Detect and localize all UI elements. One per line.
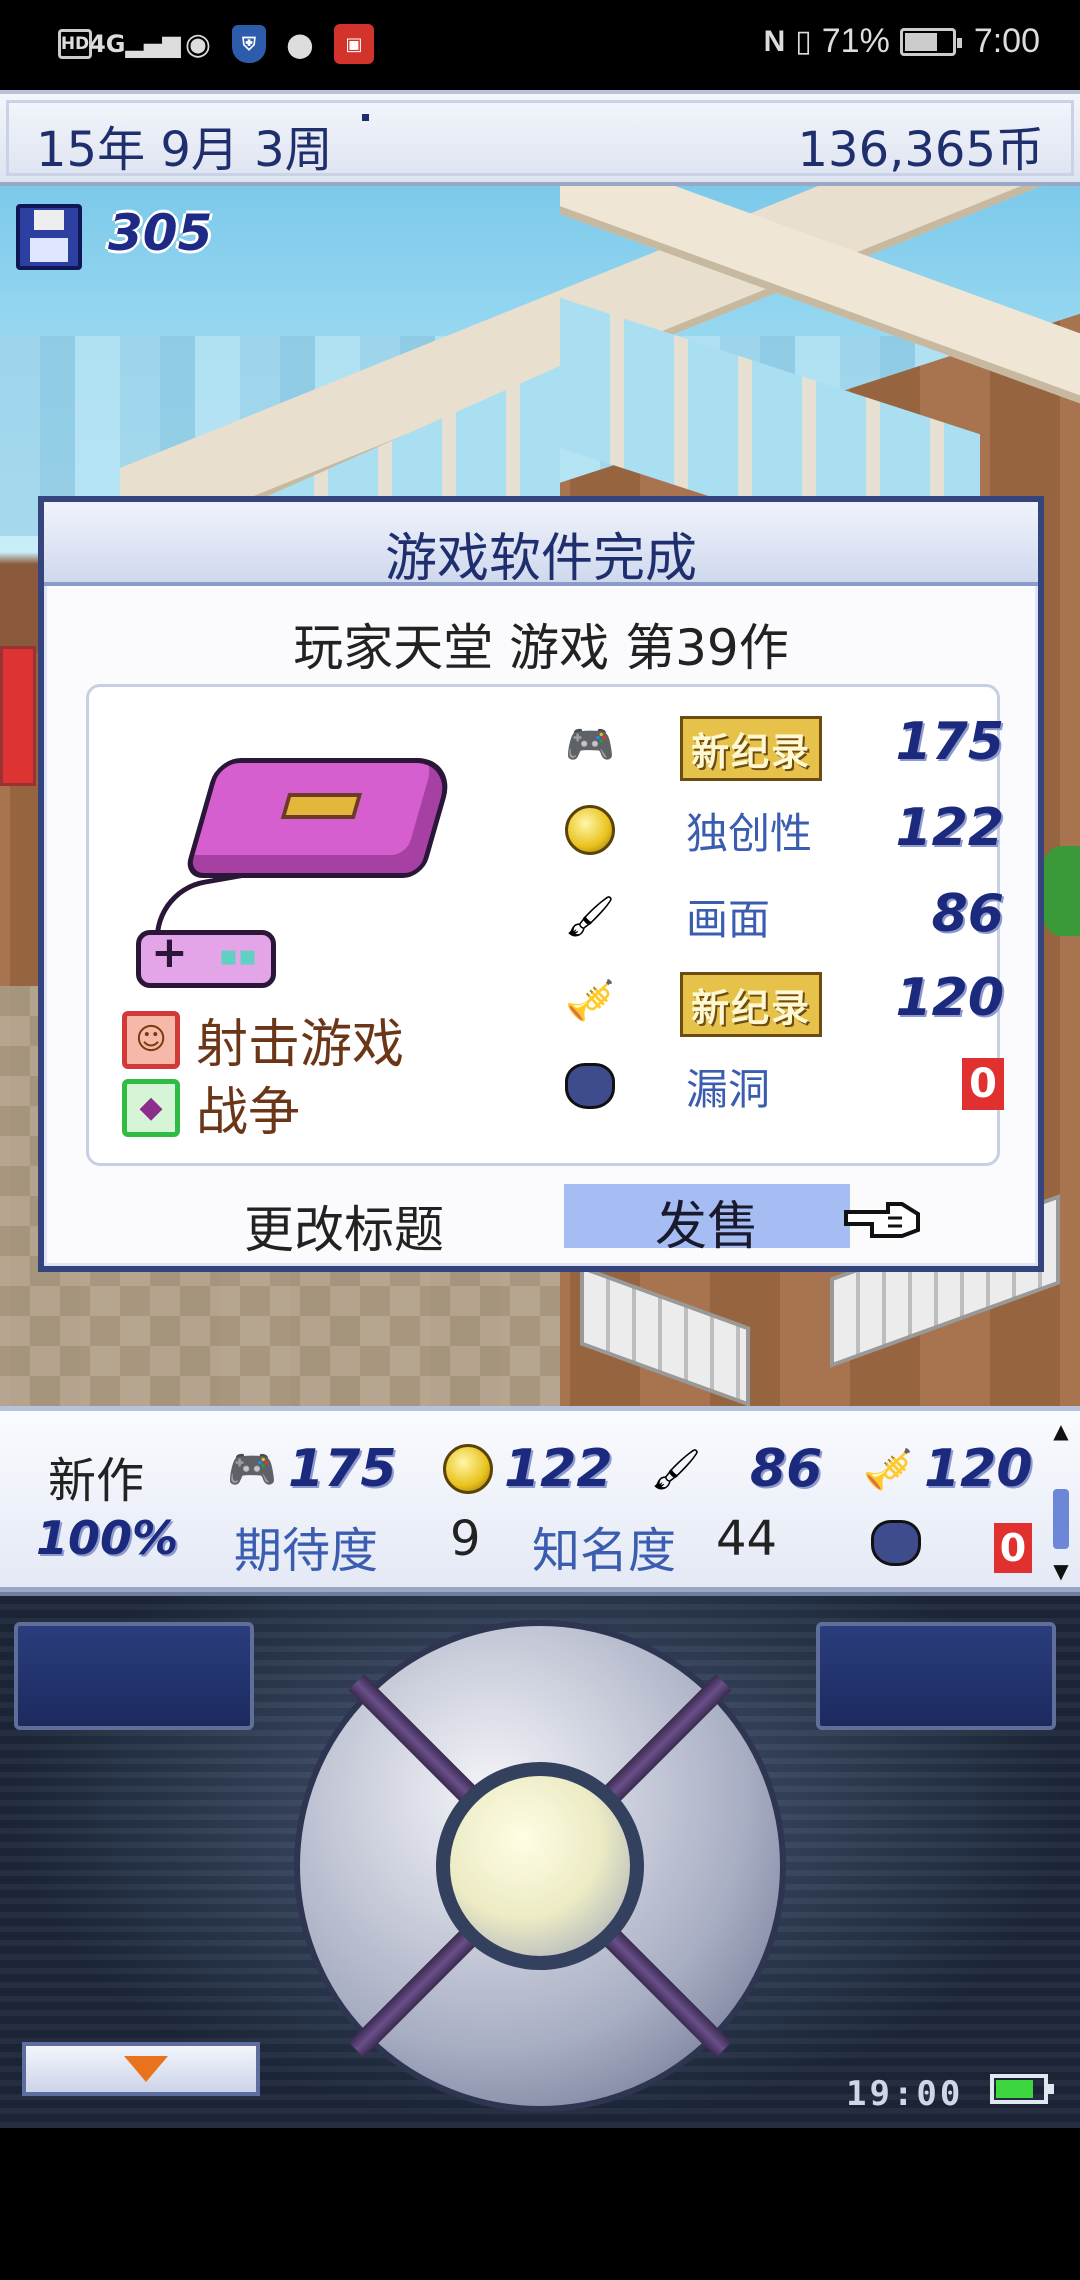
theme-row: ◆ 战争 (122, 1070, 300, 1145)
game-clock: 19:00 (846, 2074, 964, 2114)
stat-creativity: 独创性 122 (554, 798, 1004, 864)
new-record-badge: 新纪录 (680, 972, 823, 1037)
left-shoulder-button[interactable] (14, 1622, 254, 1730)
paintbrush-icon: 🖌 (650, 1446, 702, 1493)
menu-toggle-button[interactable] (22, 2042, 260, 2096)
theme-label: 战争 (196, 1083, 301, 1143)
fame-label: 知名度 (532, 1523, 677, 1579)
network-type: 4G (89, 30, 126, 58)
creativity-label: 独创性 (686, 809, 813, 858)
stat-graphics: 🖌 画面 86 (554, 884, 1004, 950)
gem-icon: ◆ (122, 1078, 180, 1137)
game-title: 玩家天堂 游戏 第39作 (293, 619, 789, 677)
info-fun-value: 175 (288, 1439, 397, 1499)
nfc-icon: N (763, 24, 786, 58)
info-graphics: 🖌 86 (640, 1439, 823, 1499)
game-complete-dialog: 游戏软件完成 玩家天堂 游戏 第39作 ☺ 射击游戏 ◆ 战争 🎮 新纪录 17… (38, 496, 1044, 1272)
face-icon: ☺ (122, 1010, 180, 1069)
chat-icon: ● (286, 25, 314, 63)
console-icon (182, 758, 458, 878)
expectation-value: 9 (450, 1511, 481, 1567)
shield-icon: ⛨ (232, 25, 266, 63)
clock: 7:00 (973, 22, 1040, 60)
info-creativity: 122 (432, 1439, 613, 1499)
info-fun: 🎮 175 (216, 1439, 397, 1499)
status-bar: HD 4G ▂▄▆ ◉ ⛨ ● ▣ N ▯ 71% 7:00 (0, 0, 1080, 90)
dialog-title-bar: 游戏软件完成 (44, 502, 1038, 589)
trumpet-icon: 🎺 (863, 1446, 913, 1493)
info-scrollbar[interactable]: ▲ ▼ (1050, 1421, 1072, 1581)
gamepad-icon: 🎮 (565, 721, 615, 768)
completion-percent: 100% (36, 1511, 179, 1565)
eye-icon: ◉ (184, 26, 212, 62)
controller-panel: 19:00 (0, 1592, 1080, 2128)
vending-machine (0, 646, 36, 786)
gamepad-icon: 🎮 (227, 1446, 277, 1493)
project-info-bar[interactable]: 新作 100% 🎮 175 122 🖌 86 🎺 120 期待度 9 知名度 4… (0, 1406, 1080, 1592)
fun-value: 175 (895, 712, 1004, 772)
stat-bugs: 漏洞 0 (554, 1054, 1004, 1120)
battery-fill (996, 2080, 1033, 2098)
scroll-up-icon[interactable]: ▲ (1050, 1421, 1072, 1441)
graphics-label: 画面 (686, 895, 771, 944)
battery-icon (899, 27, 962, 56)
scroll-thumb[interactable] (1053, 1489, 1069, 1549)
top-info-bar: 15年 9月 3周 136,365币 (0, 90, 1080, 186)
trumpet-icon: 🎺 (565, 977, 615, 1024)
info-bugs-value: 0 (994, 1523, 1032, 1573)
game-date: 15年 9月 3周 (36, 122, 333, 178)
game-app-icon: ▣ (334, 24, 374, 64)
bulb-icon (432, 1441, 504, 1497)
pointing-hand-icon (844, 1202, 920, 1238)
sell-button[interactable]: 发售 (564, 1184, 850, 1256)
date-dot (362, 114, 369, 121)
right-shoulder-button[interactable] (816, 1622, 1056, 1730)
save-count: 305 (108, 204, 213, 262)
confirm-button[interactable] (436, 1762, 644, 1970)
dpad[interactable] (294, 1620, 786, 2112)
battery-percent: 71% (821, 22, 890, 60)
paintbrush-icon: 🖌 (564, 893, 616, 940)
bulb-icon (554, 802, 626, 858)
bug-icon (554, 1058, 626, 1114)
genre-label: 射击游戏 (196, 1015, 405, 1075)
battery-fill (904, 32, 938, 51)
controller-icon (136, 927, 276, 988)
creativity-value: 122 (895, 798, 1004, 858)
bug-icon (860, 1515, 932, 1571)
expectation-label: 期待度 (234, 1523, 379, 1579)
arrow-down-icon (124, 2056, 168, 2082)
save-disk-icon (16, 204, 82, 270)
graphics-value: 86 (931, 884, 1004, 944)
rename-button[interactable]: 更改标题 (244, 1190, 444, 1258)
new-game-label: 新作 (48, 1453, 145, 1509)
new-record-badge: 新纪录 (680, 716, 823, 781)
info-graphics-value: 86 (750, 1439, 823, 1499)
scroll-down-icon[interactable]: ▼ (1050, 1561, 1072, 1581)
stat-fun: 🎮 新纪录 175 (554, 712, 1004, 781)
bugs-label: 漏洞 (686, 1065, 771, 1114)
fame-value: 44 (716, 1511, 778, 1567)
system-nav-area (0, 2128, 1080, 2280)
hd-icon: HD (58, 29, 92, 59)
vibrate-icon: ▯ (795, 25, 812, 58)
money-display: 136,365币 (797, 122, 1045, 178)
info-sound-value: 120 (924, 1439, 1033, 1499)
info-sound: 🎺 120 (852, 1439, 1033, 1499)
dialog-title: 游戏软件完成 (384, 529, 697, 589)
battery-icon (990, 2074, 1054, 2104)
signal-icon: 4G ▂▄▆ (89, 30, 181, 58)
info-creativity-value: 122 (504, 1439, 613, 1499)
stat-sound: 🎺 新纪录 120 (554, 968, 1004, 1037)
sound-value: 120 (895, 968, 1004, 1028)
genre-row: ☺ 射击游戏 (122, 1002, 404, 1077)
potted-plant (1044, 846, 1080, 936)
bugs-value: 0 (962, 1058, 1004, 1110)
